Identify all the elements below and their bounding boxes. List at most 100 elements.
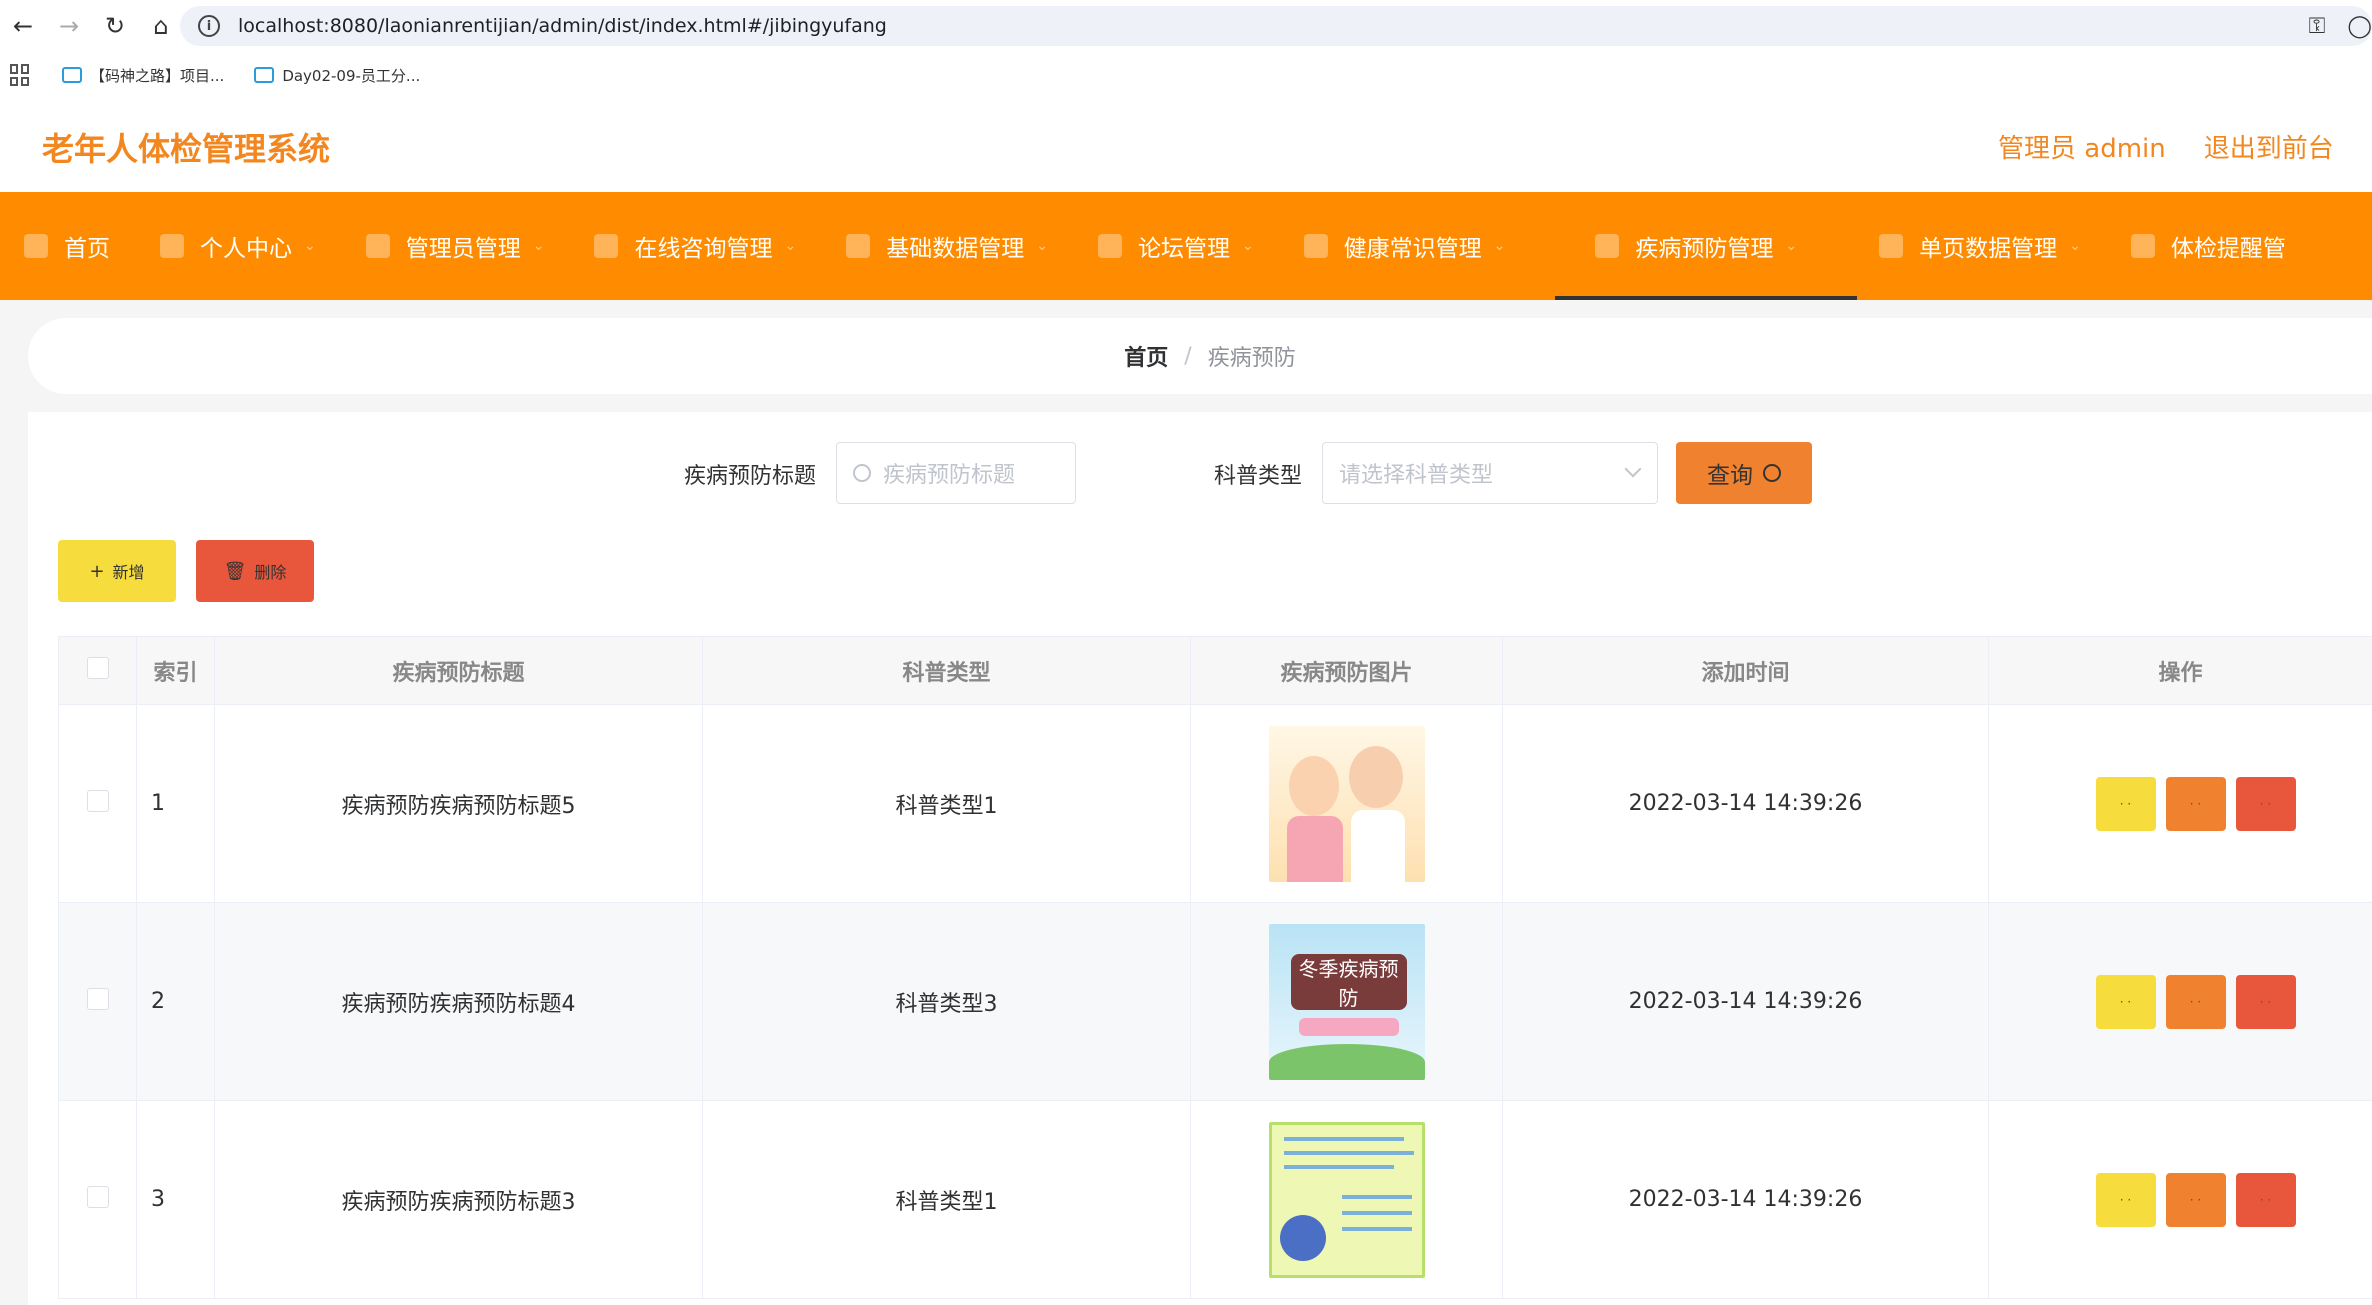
main-nav: 首页 个人中心 ⌄ 管理员管理 ⌄ 在线咨询管理 ⌄ 基础数据管理 ⌄ 论坛管理 ⌄ 健康… <box>0 192 2372 300</box>
row-delete-button[interactable]: · · <box>2235 974 2296 1029</box>
location-icon <box>846 234 871 258</box>
chevron-down-icon: ⌄ <box>1785 238 1798 254</box>
column-header-time: 添加时间 <box>1502 636 1989 705</box>
breadcrumb-current: 疾病预防 <box>1207 346 1296 371</box>
row-type: 科普类型1 <box>702 704 1191 903</box>
view-button[interactable]: · · <box>2095 974 2156 1029</box>
admin-user-link[interactable]: 管理员 admin <box>1998 128 2166 165</box>
table-row: 2 疾病预防疾病预防标题4 科普类型3 冬季疾病预防 2022-03-14 14… <box>58 902 2372 1101</box>
row-delete-button[interactable]: · · <box>2235 776 2296 831</box>
query-button[interactable]: 查询 <box>1676 442 1812 504</box>
nav-item-base-data-mgmt[interactable]: 基础数据管理 ⌄ <box>846 192 1076 300</box>
extension-icon[interactable]: ◯ <box>2347 14 2372 39</box>
bookmark-item[interactable]: 【码神之路】项目... <box>62 65 224 86</box>
row-title: 疾病预防疾病预防标题3 <box>214 1100 703 1299</box>
chevron-down-icon: ⌄ <box>1241 238 1254 254</box>
grid-icon <box>1595 234 1620 258</box>
nav-item-personal-center[interactable]: 个人中心 ⌄ <box>160 192 344 300</box>
plus-icon: + <box>89 560 105 582</box>
row-checkbox[interactable] <box>86 987 109 1010</box>
breadcrumb-home[interactable]: 首页 <box>1124 340 1168 372</box>
title-search-input[interactable]: 疾病预防标题 <box>836 442 1076 504</box>
row-delete-button[interactable]: · · <box>2235 1172 2296 1227</box>
row-checkbox[interactable] <box>86 1185 109 1208</box>
view-button[interactable]: · · <box>2095 776 2156 831</box>
nav-item-consult-mgmt[interactable]: 在线咨询管理 ⌄ <box>594 192 824 300</box>
row-type: 科普类型1 <box>702 1100 1191 1299</box>
exit-to-front-link[interactable]: 退出到前台 <box>2204 128 2334 165</box>
row-index: 3 <box>136 1100 215 1299</box>
chevron-down-icon: ⌄ <box>1493 238 1506 254</box>
row-image-cell <box>1190 704 1503 903</box>
calendar-icon <box>365 234 390 258</box>
edit-button[interactable]: · · <box>2165 776 2226 831</box>
table-row: 3 疾病预防疾病预防标题3 科普类型1 2022-03-14 14:39:26 <box>58 1100 2372 1299</box>
edit-button[interactable]: · · <box>2165 974 2226 1029</box>
type-select-label: 科普类型 <box>1214 464 1303 489</box>
column-header-title: 疾病预防标题 <box>214 636 703 705</box>
search-form: 疾病预防标题 疾病预防标题 科普类型 请选择科普类型 查询 <box>28 442 2372 504</box>
app-header: 老年人体检管理系统 管理员 admin 退出到前台 退 <box>0 98 2372 192</box>
disease-prevention-table: 索引 疾病预防标题 科普类型 疾病预防图片 添加时间 操作 1 疾病预防疾病预防… <box>58 636 2372 1299</box>
disease-prevention-image[interactable] <box>1268 1121 1425 1278</box>
password-key-icon[interactable]: ⚿ <box>2309 14 2326 39</box>
bookmark-item[interactable]: Day02-09-员工分... <box>254 65 420 86</box>
chevron-down-icon: ⌄ <box>784 238 797 254</box>
crop-icon <box>1097 234 1122 258</box>
globe-icon <box>1879 234 1904 258</box>
trash-icon: 🗑 <box>223 560 247 582</box>
title-search-label: 疾病预防标题 <box>684 464 817 489</box>
row-type: 科普类型3 <box>702 902 1191 1101</box>
home-icon <box>24 234 48 258</box>
forward-icon[interactable]: → <box>46 0 92 52</box>
type-select[interactable]: 请选择科普类型 <box>1322 442 1658 504</box>
nav-item-admin-mgmt[interactable]: 管理员管理 ⌄ <box>365 192 573 300</box>
add-button[interactable]: + 新增 <box>58 540 176 602</box>
nav-item-forum-mgmt[interactable]: 论坛管理 ⌄ <box>1097 192 1282 300</box>
select-all-checkbox[interactable] <box>86 656 109 679</box>
app-title: 老年人体检管理系统 <box>42 130 331 168</box>
breadcrumb-separator: / <box>1184 343 1192 369</box>
chevron-down-icon <box>1624 460 1642 478</box>
row-image-cell <box>1190 1100 1503 1299</box>
row-index: 2 <box>136 902 215 1101</box>
row-checkbox[interactable] <box>86 789 109 812</box>
delete-button[interactable]: 🗑 删除 <box>196 540 314 602</box>
row-actions: · · · · · · <box>1988 704 2372 903</box>
nav-item-checkup-reminder-mgmt[interactable]: 体检提醒管 <box>2130 192 2314 300</box>
edit-button[interactable]: · · <box>2165 1172 2226 1227</box>
row-time: 2022-03-14 14:39:26 <box>1502 704 1989 903</box>
reload-icon[interactable]: ↻ <box>92 0 138 52</box>
address-bar[interactable]: i localhost:8080/laonianrentijian/admin/… <box>180 6 2372 46</box>
disease-prevention-image[interactable] <box>1268 725 1425 882</box>
chevron-down-icon: ⌄ <box>1036 238 1048 254</box>
row-title: 疾病预防疾病预防标题5 <box>214 704 703 903</box>
site-info-icon[interactable]: i <box>198 15 220 37</box>
bell-off-icon <box>1303 234 1328 258</box>
row-time: 2022-03-14 14:39:26 <box>1502 902 1989 1101</box>
nav-item-single-page-mgmt[interactable]: 单页数据管理 ⌄ <box>1879 192 2109 300</box>
nav-item-health-knowledge-mgmt[interactable]: 健康常识管理 ⌄ <box>1303 192 1534 300</box>
row-actions: · · · · · · <box>1988 1100 2372 1299</box>
back-icon[interactable]: ← <box>0 0 46 52</box>
nav-item-disease-prevention-mgmt[interactable]: 疾病预防管理 ⌄ <box>1555 192 1857 300</box>
list-icon <box>594 234 619 258</box>
nav-item-home[interactable]: 首页 <box>24 192 138 300</box>
user-icon <box>160 234 184 258</box>
home-icon[interactable]: ⌂ <box>138 0 184 52</box>
disease-prevention-image[interactable]: 冬季疾病预防 <box>1268 923 1425 1080</box>
chevron-down-icon: ⌄ <box>2069 238 2081 254</box>
row-image-cell: 冬季疾病预防 <box>1190 902 1503 1101</box>
breadcrumb: 首页 / 疾病预防 <box>28 318 2372 394</box>
view-button[interactable]: · · <box>2095 1172 2156 1227</box>
bookmarks-bar: 【码神之路】项目... Day02-09-员工分... <box>0 52 2372 98</box>
chevron-down-icon: ⌄ <box>532 238 545 254</box>
bilibili-icon <box>254 67 275 83</box>
apps-grid-icon[interactable] <box>10 64 32 86</box>
column-header-index: 索引 <box>136 636 215 705</box>
search-icon <box>853 464 871 482</box>
chevron-down-icon: ⌄ <box>304 238 316 254</box>
url-text[interactable]: localhost:8080/laonianrentijian/admin/di… <box>238 15 887 37</box>
column-header-actions: 操作 <box>1988 636 2372 705</box>
table-header-row: 索引 疾病预防标题 科普类型 疾病预防图片 添加时间 操作 <box>58 636 2372 705</box>
